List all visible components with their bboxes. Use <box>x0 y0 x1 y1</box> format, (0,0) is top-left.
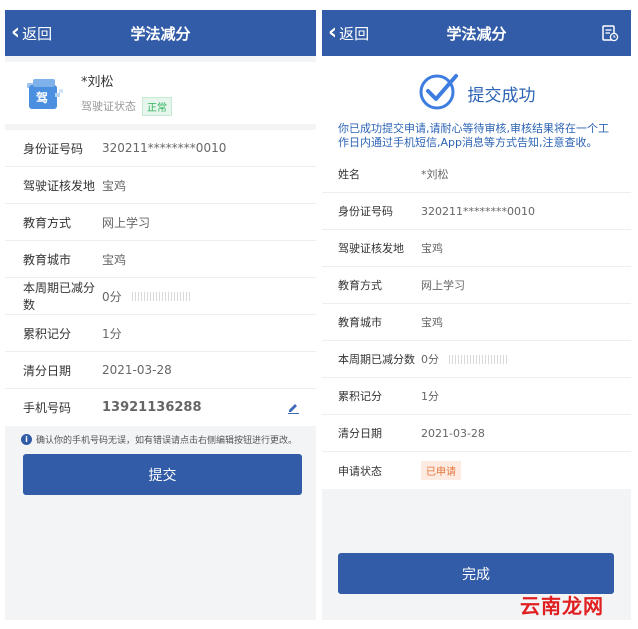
row-value: 网上学习 <box>102 215 151 230</box>
left-screen: ‹ 返回 学法减分 驾 *刘松 驾驶证状态 正常 身份证号码 320211***… <box>5 10 316 620</box>
redacted-bar <box>449 354 507 364</box>
row-education-method: 教育方式 网上学习 <box>5 204 316 241</box>
success-message: 你已成功提交申请,请耐心等待审核,审核结果将在一个工作日内通过手机短信,App消… <box>338 122 609 149</box>
document-clock-icon[interactable] <box>601 24 619 42</box>
info-icon: i <box>21 434 32 445</box>
row-value: 宝鸡 <box>102 178 127 193</box>
row-education-method: 教育方式 网上学习 <box>322 267 631 304</box>
phone-number: 13921136288 <box>102 400 202 415</box>
row-value: *刘松 <box>421 168 449 181</box>
submit-button[interactable]: 提交 <box>23 454 302 495</box>
row-label: 手机号码 <box>23 401 72 415</box>
chevron-left-icon: ‹ <box>11 20 21 45</box>
status-badge: 正常 <box>142 96 172 116</box>
row-value: 宝鸡 <box>421 316 443 329</box>
row-value: 1分 <box>421 390 439 403</box>
row-label: 驾驶证核发地 <box>338 242 404 255</box>
back-label: 返回 <box>339 24 370 43</box>
row-id-number: 身份证号码 320211********0010 <box>5 130 316 167</box>
row-label: 教育城市 <box>338 316 382 329</box>
success-section: 提交成功 你已成功提交申请,请耐心等待审核,审核结果将在一个工作日内通过手机短信… <box>322 56 631 489</box>
row-issue-place: 驾驶证核发地 宝鸡 <box>322 230 631 267</box>
row-label: 教育城市 <box>23 252 72 267</box>
row-deducted-points: 本周期已减分数 0分 <box>5 278 316 315</box>
phone-note: i 确认你的手机号码无误，如有错误请点击右侧编辑按钮进行更改。 <box>5 426 316 446</box>
navbar: ‹ 返回 学法减分 <box>5 10 316 56</box>
license-status-label: 驾驶证状态 <box>81 100 136 113</box>
row-value: 宝鸡 <box>421 242 443 255</box>
row-education-city: 教育城市 宝鸡 <box>5 241 316 278</box>
navbar: ‹ 返回 学法减分 <box>322 10 631 56</box>
row-value: 0分 <box>102 289 122 304</box>
row-id-number: 身份证号码 320211********0010 <box>322 193 631 230</box>
row-value: 2021-03-28 <box>421 426 485 440</box>
row-value: 0分 <box>421 353 439 366</box>
row-accumulated-points: 累积记分 1分 <box>5 315 316 352</box>
note-text: 确认你的手机号码无误，如有错误请点击右侧编辑按钮进行更改。 <box>36 436 298 446</box>
row-label: 累积记分 <box>23 326 72 341</box>
row-value: 宝鸡 <box>102 252 127 267</box>
row-value: 2021-03-28 <box>102 363 172 377</box>
row-label: 身份证号码 <box>338 205 393 218</box>
row-name: 姓名 *刘松 <box>322 156 631 193</box>
done-button[interactable]: 完成 <box>338 553 614 594</box>
row-label: 本周期已减分数 <box>23 281 96 312</box>
row-label: 身份证号码 <box>23 141 84 156</box>
chevron-left-icon: ‹ <box>328 20 338 45</box>
row-phone: 手机号码 13921136288 <box>5 389 316 426</box>
right-screen: ‹ 返回 学法减分 提交成功 你已成功提交申请,请耐心等待审核,审核结果将在一个… <box>322 10 631 620</box>
back-button[interactable]: ‹ 返回 <box>328 10 369 56</box>
row-label: 姓名 <box>338 168 360 181</box>
license-icon: 驾 <box>23 73 67 113</box>
row-value: 320211********0010 <box>421 204 535 218</box>
row-label: 驾驶证核发地 <box>23 178 96 193</box>
watermark-text: 云南龙网 <box>520 594 604 618</box>
row-accumulated-points: 累积记分 1分 <box>322 378 631 415</box>
row-deducted-points: 本周期已减分数 0分 <box>322 341 631 378</box>
row-label: 本周期已减分数 <box>338 353 415 366</box>
driver-name: *刘松 <box>81 74 114 90</box>
back-button[interactable]: ‹ 返回 <box>11 10 52 56</box>
edit-pencil-icon[interactable] <box>287 401 300 414</box>
row-label: 累积记分 <box>338 390 382 403</box>
row-label: 教育方式 <box>338 279 382 292</box>
row-label: 清分日期 <box>23 363 72 378</box>
row-clear-date: 清分日期 2021-03-28 <box>322 415 631 452</box>
redacted-bar <box>131 291 190 301</box>
row-issue-place: 驾驶证核发地 宝鸡 <box>5 167 316 204</box>
row-value: 320211********0010 <box>102 141 227 155</box>
success-title: 提交成功 <box>467 85 536 106</box>
info-list: 姓名 *刘松 身份证号码 320211********0010 驾驶证核发地 宝… <box>322 156 631 489</box>
status-badge: 已申请 <box>421 461 461 480</box>
row-clear-date: 清分日期 2021-03-28 <box>5 352 316 389</box>
row-label: 清分日期 <box>338 427 382 440</box>
license-icon-char: 驾 <box>36 91 49 105</box>
back-label: 返回 <box>22 24 53 43</box>
row-label: 教育方式 <box>23 215 72 230</box>
row-education-city: 教育城市 宝鸡 <box>322 304 631 341</box>
profile-card: 驾 *刘松 驾驶证状态 正常 <box>5 62 316 124</box>
row-label: 申请状态 <box>338 464 382 478</box>
row-value: 1分 <box>102 326 122 341</box>
info-list: 身份证号码 320211********0010 驾驶证核发地 宝鸡 教育方式 … <box>5 130 316 426</box>
row-apply-status: 申请状态 已申请 <box>322 452 631 489</box>
row-value: 网上学习 <box>421 279 465 292</box>
check-circle-icon <box>418 70 460 116</box>
